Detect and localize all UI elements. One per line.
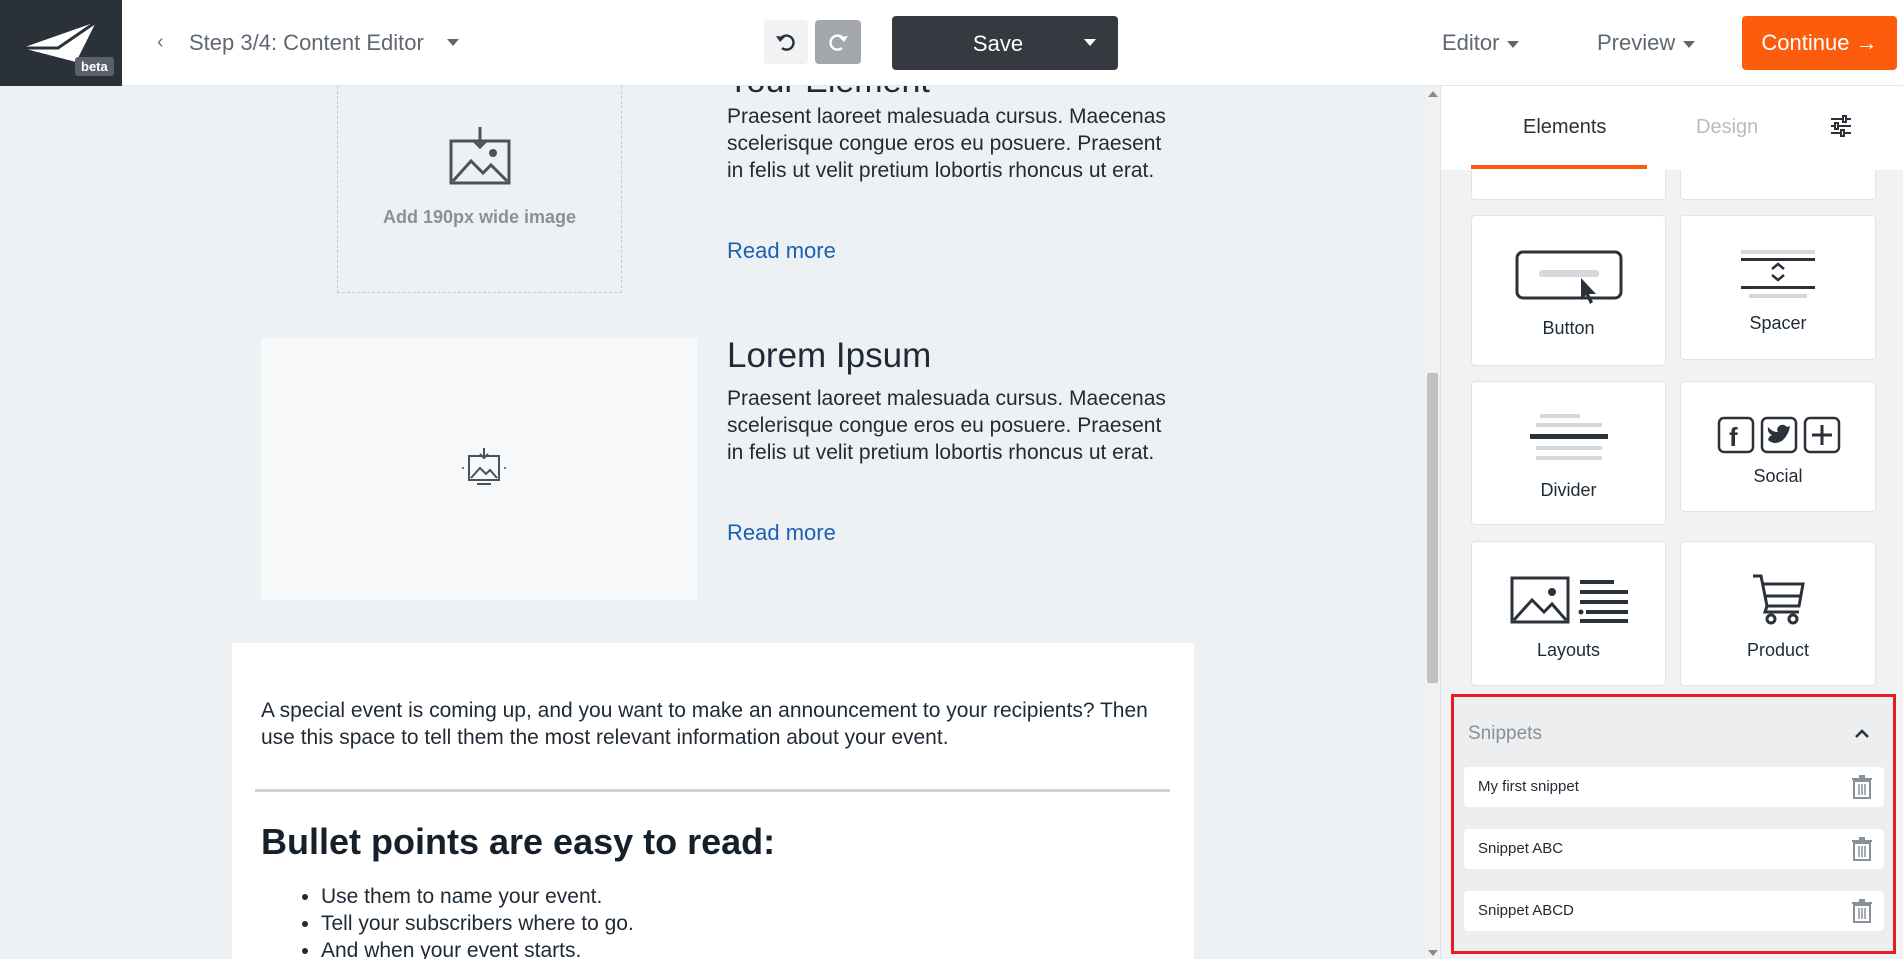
text-block-section[interactable]: A special event is coming up, and you wa…	[232, 643, 1194, 959]
read-more-link[interactable]: Read more	[727, 520, 836, 546]
canvas-scrollbar[interactable]	[1425, 86, 1440, 959]
divider-line	[255, 789, 1170, 792]
tab-design[interactable]: Design	[1696, 116, 1758, 139]
beta-badge: beta	[75, 57, 114, 76]
undo-button[interactable]	[764, 20, 808, 64]
image-upload-icon	[449, 127, 511, 185]
sliders-settings-icon[interactable]	[1829, 114, 1853, 138]
snippets-section: Snippets My first snippet Snippet ABC Sn…	[1451, 694, 1896, 954]
element-tile-spacer[interactable]: Spacer	[1680, 215, 1876, 360]
elements-panel: Elements Design Button Spacer Divider f …	[1440, 86, 1903, 959]
continue-button[interactable]: Continue →	[1742, 16, 1897, 70]
chevron-up-icon[interactable]	[1854, 727, 1870, 739]
trash-icon[interactable]	[1851, 775, 1873, 799]
preview-caret-icon	[1683, 40, 1696, 48]
announcement-text[interactable]: A special event is coming up, and you wa…	[261, 697, 1181, 751]
save-options-caret-icon[interactable]	[1084, 39, 1096, 46]
tile-label: Layouts	[1536, 640, 1601, 660]
active-tab-indicator	[1471, 165, 1647, 169]
tile-label: Spacer	[1749, 313, 1807, 333]
article-title[interactable]: Lorem Ipsum	[727, 336, 931, 376]
snippet-name: Snippet ABC	[1478, 840, 1564, 857]
element-tile-social[interactable]: f Social	[1680, 381, 1876, 512]
snippet-item[interactable]: Snippet ABC	[1464, 829, 1884, 869]
back-chevron-icon[interactable]: ‹	[157, 31, 164, 54]
trash-icon[interactable]	[1851, 899, 1873, 923]
article-body[interactable]: Praesent laoreet malesuada cursus. Maece…	[727, 385, 1167, 466]
app-logo[interactable]: beta	[0, 0, 122, 86]
image-block[interactable]	[261, 338, 697, 600]
redo-button[interactable]	[815, 20, 861, 64]
image-icon	[462, 448, 506, 485]
editor-caret-icon	[1507, 40, 1520, 48]
trash-icon[interactable]	[1851, 837, 1873, 861]
snippet-item[interactable]: Snippet ABCD	[1464, 891, 1884, 931]
svg-text:f: f	[1729, 422, 1738, 452]
article-title[interactable]: Your Element	[727, 86, 930, 101]
step-title-dropdown[interactable]: Step 3/4: Content Editor	[189, 30, 424, 56]
element-tile-divider[interactable]: Divider	[1471, 381, 1666, 525]
element-tile-layouts[interactable]: Layouts	[1471, 541, 1666, 686]
tile-label: Button	[1542, 318, 1595, 338]
save-button[interactable]: Save	[892, 16, 1118, 70]
bullet-list[interactable]: Use them to name your event. Tell your s…	[321, 883, 634, 959]
image-placeholder-text: Add 190px wide image	[382, 207, 577, 227]
undo-icon	[776, 34, 795, 51]
list-item[interactable]: Tell your subscribers where to go.	[321, 910, 634, 937]
image-drop-zone[interactable]: Add 190px wide image	[337, 86, 622, 293]
snippet-name: My first snippet	[1478, 778, 1579, 795]
preview-menu[interactable]: Preview	[1597, 30, 1696, 56]
tile-label: Divider	[1540, 480, 1597, 500]
scroll-down-arrow-icon[interactable]	[1428, 950, 1438, 956]
read-more-link[interactable]: Read more	[727, 238, 836, 264]
redo-icon	[829, 34, 848, 51]
step-dropdown-caret-icon[interactable]	[447, 39, 459, 46]
editor-menu-label: Editor	[1442, 30, 1500, 55]
scroll-up-arrow-icon[interactable]	[1428, 91, 1438, 97]
element-tile-product[interactable]: Product	[1680, 541, 1876, 686]
list-item[interactable]: And when your event starts.	[321, 937, 634, 959]
list-item[interactable]: Use them to name your event.	[321, 883, 634, 910]
social-element-icon: f	[1717, 416, 1841, 454]
bullets-heading[interactable]: Bullet points are easy to read:	[261, 821, 775, 863]
preview-menu-label: Preview	[1597, 30, 1676, 55]
tab-elements[interactable]: Elements	[1523, 116, 1606, 139]
top-bar: beta ‹ Step 3/4: Content Editor Save Edi…	[0, 0, 1903, 86]
spacer-element-icon	[1741, 250, 1815, 298]
tile-label: Product	[1746, 640, 1810, 660]
button-element-icon	[1515, 250, 1623, 304]
save-label: Save	[972, 31, 1024, 56]
snippets-header[interactable]: Snippets	[1468, 723, 1542, 745]
scrollbar-thumb[interactable]	[1427, 373, 1438, 683]
element-tile-button[interactable]: Button	[1471, 215, 1666, 366]
snippet-name: Snippet ABCD	[1478, 902, 1574, 919]
shopping-cart-icon	[1753, 574, 1805, 625]
layouts-element-icon	[1510, 576, 1628, 624]
editor-menu[interactable]: Editor	[1442, 30, 1520, 56]
snippet-item[interactable]: My first snippet	[1464, 767, 1884, 807]
panel-tabs: Elements Design	[1441, 86, 1903, 170]
tile-label: Social	[1753, 466, 1803, 486]
divider-element-icon	[1530, 414, 1608, 460]
article-body[interactable]: Praesent laoreet malesuada cursus. Maece…	[727, 103, 1167, 184]
editor-canvas[interactable]: Your Element Add 190px wide image Praese…	[0, 86, 1425, 959]
